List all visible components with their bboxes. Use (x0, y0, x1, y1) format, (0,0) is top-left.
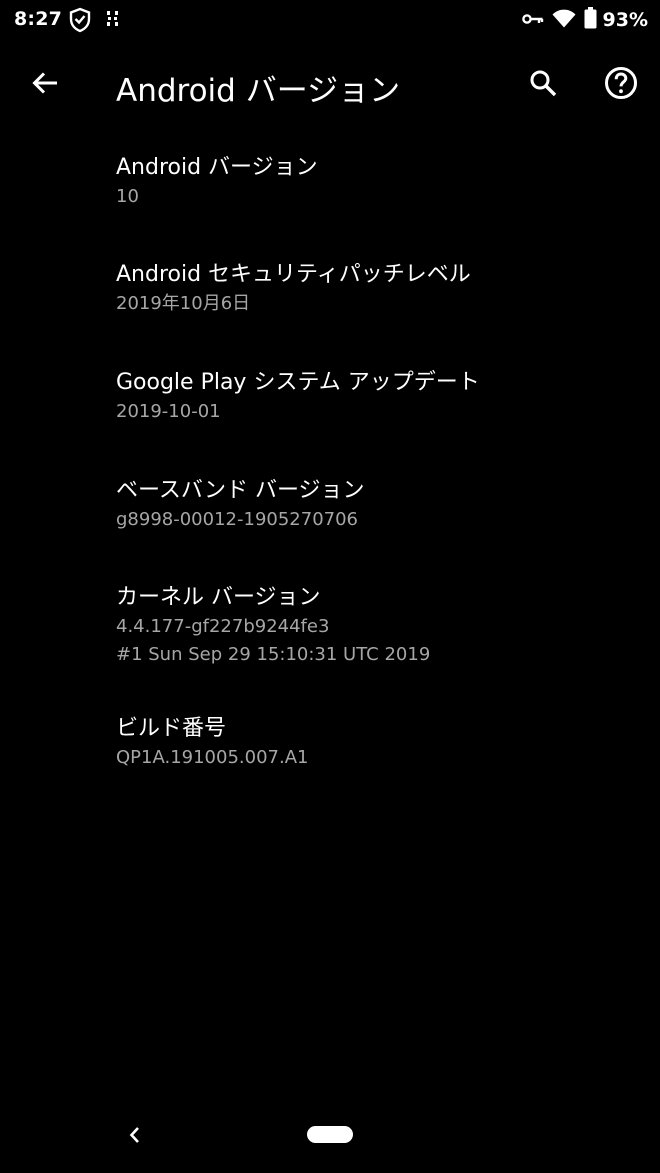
help-icon (605, 67, 637, 99)
home-pill[interactable] (307, 1126, 353, 1143)
search-button[interactable] (520, 60, 566, 106)
sim-icon (106, 9, 120, 35)
item-value-line-2: #1 Sun Sep 29 15:10:31 UTC 2019 (116, 644, 431, 665)
list-item-google-play-update[interactable]: Google Play システム アップデート 2019-10-01 (0, 368, 660, 426)
shield-icon (68, 7, 92, 37)
status-left-icons (68, 7, 134, 37)
item-title: ビルド番号 (116, 716, 227, 741)
status-bar: 8:27 93% (0, 0, 660, 40)
item-value: g8998-00012-1905270706 (116, 509, 359, 530)
status-right-icons: 93% (514, 7, 648, 33)
page-title: Android バージョン (116, 73, 401, 109)
vpn-key-icon (521, 11, 544, 30)
app-bar: Android バージョン (0, 40, 660, 128)
item-value: 10 (116, 186, 139, 207)
wifi-icon (552, 8, 576, 32)
back-arrow-icon (32, 72, 57, 94)
nav-back-icon (129, 1127, 139, 1143)
item-value: 2019年10月6日 (116, 293, 251, 314)
battery-percent: 93% (602, 9, 648, 31)
item-title: カーネル バージョン (116, 585, 321, 610)
status-time: 8:27 (14, 8, 63, 30)
search-icon (530, 70, 557, 97)
item-title: Android セキュリティパッチレベル (116, 262, 471, 287)
list-item-build-number[interactable]: ビルド番号 QP1A.191005.007.A1 (0, 714, 660, 772)
item-title: Android バージョン (116, 155, 318, 180)
battery-icon (584, 7, 597, 33)
nav-back-button[interactable] (118, 1118, 152, 1152)
list-item-security-patch[interactable]: Android セキュリティパッチレベル 2019年10月6日 (0, 260, 660, 318)
item-value: 2019-10-01 (116, 401, 221, 422)
list-item-android-version[interactable]: Android バージョン 10 (0, 153, 660, 211)
back-button[interactable] (22, 60, 68, 106)
item-value: 4.4.177-gf227b9244fe3 (116, 616, 330, 637)
item-title: Google Play システム アップデート (116, 370, 480, 395)
nav-bar (0, 1100, 660, 1173)
help-button[interactable] (598, 60, 644, 106)
item-value: QP1A.191005.007.A1 (116, 747, 309, 768)
list-item-baseband-version[interactable]: ベースバンド バージョン g8998-00012-1905270706 (0, 476, 660, 534)
item-title: ベースバンド バージョン (116, 478, 365, 503)
list-item-kernel-version[interactable]: カーネル バージョン 4.4.177-gf227b9244fe3 #1 Sun … (0, 583, 660, 669)
